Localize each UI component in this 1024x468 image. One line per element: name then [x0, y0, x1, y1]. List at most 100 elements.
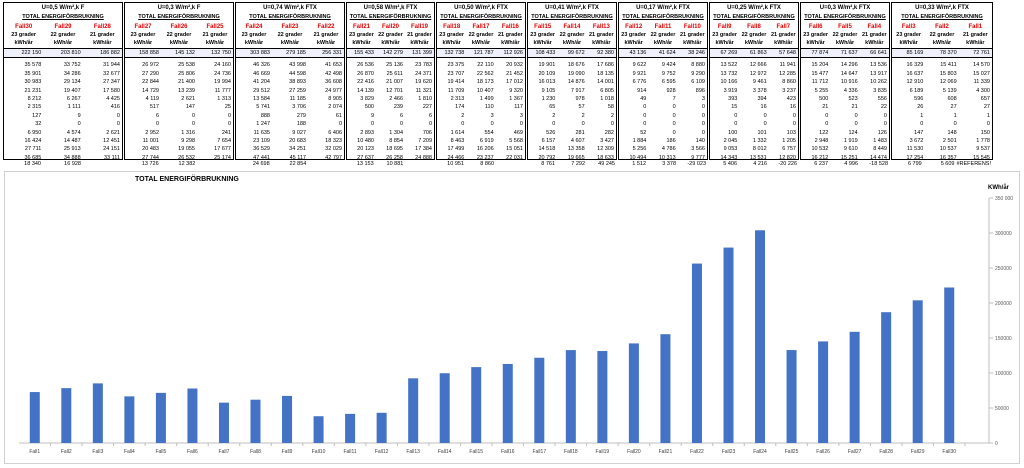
- temperature-header: 22 grader kWh/år: [468, 32, 494, 46]
- difference-cell: [496, 160, 526, 169]
- table-cell: 469: [513, 129, 523, 136]
- table-cell: 0: [986, 121, 990, 128]
- table-cell: 9: [370, 112, 374, 119]
- total-row: 108 433 99 672 92 380: [528, 48, 616, 59]
- x-tick-label: Fall1: [29, 449, 40, 455]
- bar: [376, 412, 387, 443]
- group-u-value: U=0,50 W/m²,k FTX: [454, 5, 508, 11]
- difference-row: 1 512 3 378 -29 023: [618, 160, 708, 169]
- group-title: TOTAL ENERGIFÖRBRUKNING: [622, 14, 704, 20]
- table-cell: 14 729: [142, 87, 159, 94]
- temperature-header-row: 23 grader kWh/år 22 grader kWh/år 21 grade…: [892, 32, 992, 48]
- table-cell: 19 994: [214, 79, 231, 86]
- total-cell: 72 761: [973, 50, 990, 56]
- total-row: 85 169 78 370 72 761: [892, 48, 992, 59]
- table-row: 6 950 4 574 2 621: [4, 129, 122, 137]
- table-cell: 13 917: [870, 70, 887, 77]
- case-label: Fall6: [808, 24, 823, 30]
- table-row: 0 0 0: [619, 103, 707, 111]
- table-row: 23 109 20 683 18 323: [236, 137, 344, 145]
- bar: [282, 395, 293, 443]
- table-cell: 0: [854, 121, 858, 128]
- difference-row: 6 799 5 609 #REFERENS!: [891, 160, 993, 169]
- table-cell: 110: [484, 104, 494, 111]
- table-row: 35 901 34 286 32 677: [4, 70, 122, 78]
- table-cell: 0: [116, 121, 120, 128]
- table-cell: 18 695: [386, 146, 403, 153]
- table-cell: 2 045: [723, 137, 738, 144]
- bar: [786, 350, 797, 443]
- table-cell: 117: [514, 104, 523, 111]
- table-cell: 12 451: [103, 137, 120, 144]
- table-cell: 19 090: [567, 70, 585, 77]
- total-cell: 203 810: [60, 50, 81, 56]
- table-cell: 0: [643, 104, 647, 111]
- table-cell: 2 074: [328, 104, 342, 111]
- table-cell: 22 562: [476, 70, 494, 77]
- temperature-header: 22 grader kWh/år: [277, 32, 303, 46]
- table-cell: 61: [335, 112, 342, 119]
- difference-cell: 8 860: [480, 161, 494, 167]
- group-u-value: U=0,17 W/m²,k FTX: [636, 5, 690, 11]
- table-cell: 10 916: [840, 79, 858, 86]
- y-tick-label: 250000: [995, 266, 1012, 272]
- temperature-header: 23 grader kWh/år: [621, 32, 647, 46]
- table-cell: 978: [575, 95, 585, 102]
- table-cell: 58: [607, 104, 614, 111]
- table-cell: 1 018: [600, 95, 614, 102]
- table-cell: 23 707: [447, 70, 465, 77]
- table-row: 517 147 25: [125, 103, 233, 111]
- table-cell: 103: [786, 129, 796, 136]
- bar: [818, 341, 829, 443]
- table-row: 14 139 12 701 11 321: [347, 87, 434, 95]
- table-cell: 13 584: [253, 95, 270, 102]
- table-cell: 7: [672, 95, 676, 102]
- table-cell: 6 189: [909, 87, 924, 94]
- difference-row: 10 951 8 860: [436, 160, 526, 169]
- table-row: 19 414 18 173 17 012: [437, 78, 525, 86]
- table-cell: 21 452: [506, 70, 523, 77]
- temperature-header: 21 grader kWh/år: [679, 32, 705, 46]
- table-row: 0 0 0: [892, 120, 992, 128]
- table-cell: 20 683: [289, 137, 306, 144]
- table-cell: 13 732: [720, 70, 738, 77]
- x-tick-label: Fall21: [659, 449, 673, 455]
- difference-row: 13 726 12 382: [124, 160, 234, 169]
- group-u-value: U=0,33 W/m²,k FTX: [915, 5, 969, 11]
- temperature-header: 22 grader kWh/år: [929, 32, 955, 46]
- bar: [944, 287, 955, 443]
- case-label: Fall28: [93, 24, 111, 30]
- table-cell: 174: [455, 104, 465, 111]
- table-cell: 500: [819, 95, 829, 102]
- temperature-header: 21 grader kWh/år: [588, 32, 614, 46]
- difference-cell: [83, 160, 123, 169]
- table-row: 35 578 33 752 31 944: [4, 61, 122, 69]
- table-row: 20 483 19 055 17 677: [125, 145, 233, 153]
- x-tick-label: Fall22: [690, 449, 704, 455]
- difference-row: 5 406 4 216 -20 226: [709, 160, 799, 169]
- group-title: TOTAL ENERGIFÖRBRUKNING: [901, 14, 983, 20]
- table-cell: 9 461: [752, 79, 767, 86]
- table-cell: 1 919: [843, 137, 858, 144]
- table-cell: 33 752: [63, 62, 81, 69]
- table-row: 9 6 6: [347, 112, 434, 120]
- total-cell: 61 863: [749, 50, 767, 56]
- bar: [124, 396, 135, 443]
- table-cell: 2: [461, 112, 465, 119]
- table-cell: 9 921: [632, 70, 647, 77]
- table-cell: 3 829: [360, 95, 374, 102]
- table-cell: 4 607: [570, 137, 585, 144]
- total-cell: 303 883: [250, 50, 270, 56]
- table-cell: 0: [370, 121, 374, 128]
- table-group: U=0,50 W/m²,k FTX TOTAL ENERGIFÖRBRUKNING…: [436, 2, 526, 161]
- table-cell: 281: [575, 129, 585, 136]
- bar: [881, 312, 892, 443]
- case-label: Fall1: [968, 24, 983, 30]
- difference-cell: #REFERENS!: [956, 161, 992, 167]
- table-cell: 0: [734, 121, 738, 128]
- y-tick-label: 50000: [995, 406, 1009, 412]
- table-row: 0 0 0: [801, 120, 889, 128]
- table-cell: 42 498: [325, 70, 342, 77]
- table-row: 2 3 3: [437, 112, 525, 120]
- difference-cell: 10 951: [447, 161, 464, 167]
